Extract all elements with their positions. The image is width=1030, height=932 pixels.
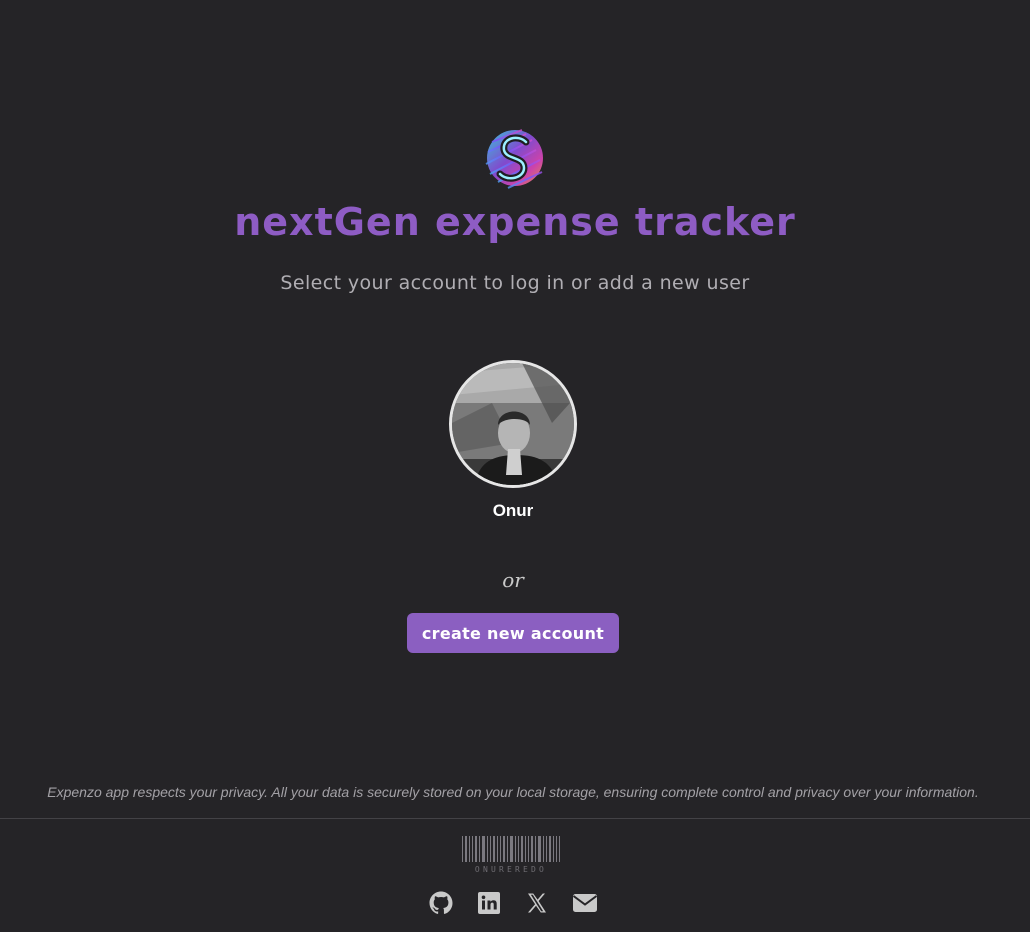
account-card-onur[interactable]: Onur [440,360,590,530]
linkedin-icon[interactable] [475,889,503,917]
account-name: Onur [492,501,534,520]
email-icon[interactable] [571,889,599,917]
or-divider-text: or [502,568,524,592]
app-logo [485,129,543,189]
account-select-page: nextGen expense tracker Select your acco… [0,0,1030,932]
privacy-notice: Expenzo app respects your privacy. All y… [47,784,979,800]
avatar[interactable] [449,360,577,488]
github-icon[interactable] [427,889,455,917]
footer-divider [0,818,1030,819]
x-icon[interactable] [523,889,551,917]
app-title: nextGen expense tracker [234,200,796,244]
create-account-button[interactable]: create new account [407,613,619,653]
avatar-photo [452,363,574,485]
barcode-signature: ONUREREDO [474,865,548,874]
page-subtitle: Select your account to log in or add a n… [280,272,750,294]
